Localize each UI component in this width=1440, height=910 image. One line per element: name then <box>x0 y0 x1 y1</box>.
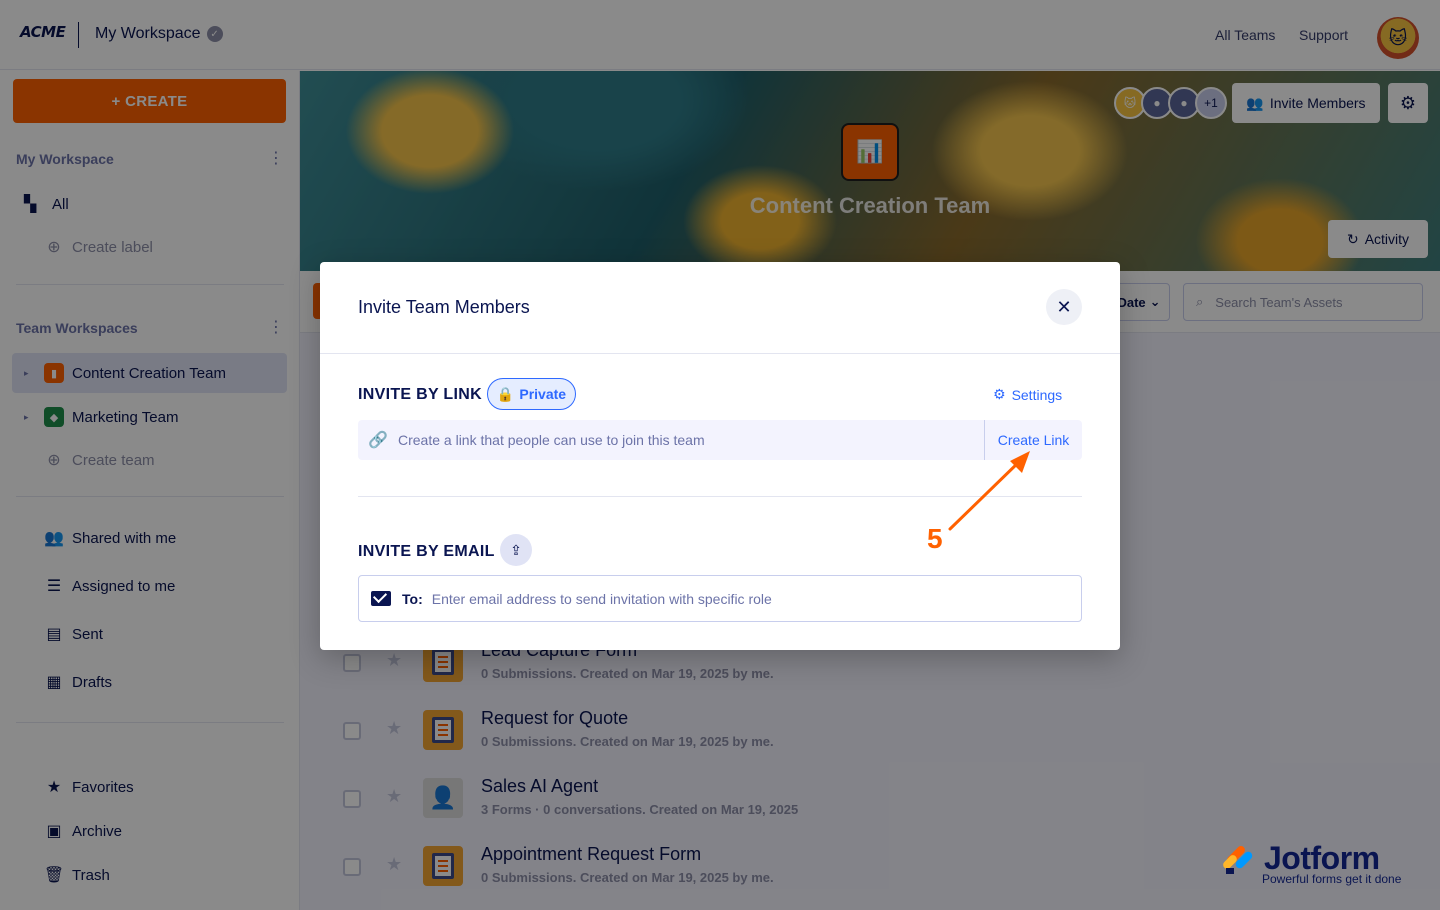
link-settings-button[interactable]: ⚙ Settings <box>993 386 1062 403</box>
invite-by-link-label: INVITE BY LINK <box>358 386 482 403</box>
envelope-icon <box>371 591 391 606</box>
invite-link-placeholder: Create a link that people can use to joi… <box>398 432 705 448</box>
gear-icon: ⚙ <box>993 386 1006 402</box>
close-icon: ✕ <box>1056 296 1072 317</box>
email-placeholder: Enter email address to send invitation w… <box>431 590 772 607</box>
upload-icon: ⇪ <box>510 541 522 558</box>
settings-label: Settings <box>1011 386 1063 403</box>
upload-button[interactable]: ⇪ <box>500 534 532 566</box>
close-button[interactable]: ✕ <box>1046 289 1082 325</box>
link-icon: 🔗 <box>368 432 388 449</box>
annotation-arrow-icon <box>948 451 1030 531</box>
privacy-badge-label: Private <box>519 386 567 402</box>
modal-title: Invite Team Members <box>358 297 530 317</box>
jotform-tagline: Powerful forms get it done <box>1262 872 1402 886</box>
invite-by-email-label: INVITE BY EMAIL <box>358 543 495 560</box>
step-number: 5 <box>927 523 943 554</box>
modal-header: Invite Team Members ✕ <box>320 262 1120 354</box>
privacy-badge[interactable]: 🔒 Private <box>487 378 576 410</box>
jotform-logo-icon <box>1223 845 1253 874</box>
to-label: To: <box>402 590 423 607</box>
email-field[interactable]: To: Enter email address to send invitati… <box>358 575 1082 622</box>
lock-icon: 🔒 <box>496 385 515 402</box>
